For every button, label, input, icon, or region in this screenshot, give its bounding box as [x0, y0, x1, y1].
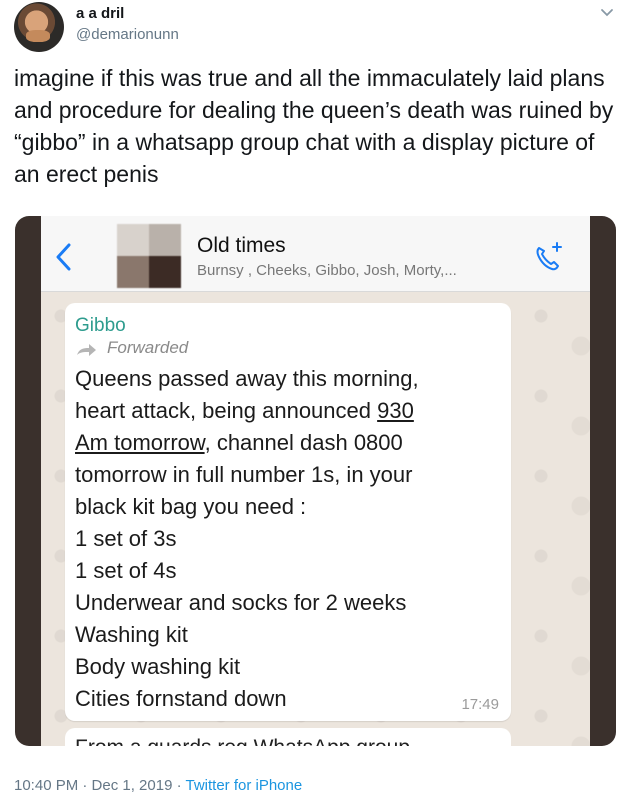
chevron-down-icon[interactable] [598, 4, 616, 22]
message-line: Cities fornstand down [75, 686, 287, 711]
message-line: 1 set of 3s [75, 526, 177, 551]
message-line: heart attack, being announced 930 [75, 395, 505, 427]
message-line: tomorrow in full number 1s, in your [75, 462, 413, 487]
message-line: Washing kit [75, 622, 188, 647]
group-avatar [117, 224, 181, 288]
message-time: 17:49 [461, 696, 499, 713]
message-line: Underwear and socks for 2 weeks [75, 590, 407, 615]
tweet-source-link[interactable]: Twitter for iPhone [185, 777, 302, 794]
message-line: Am tomorrow, channel dash 0800 [75, 427, 505, 459]
forwarded-label: Forwarded [107, 338, 189, 357]
next-message-bubble: From a guards reg WhatsApp group [65, 728, 511, 746]
message-link: Am tomorrow [75, 430, 205, 455]
message-line: black kit bag you need : [75, 494, 307, 519]
back-arrow-icon [56, 243, 71, 271]
group-title: Old times [197, 234, 286, 257]
tweet-text: imagine if this was true and all the imm… [14, 65, 614, 187]
forward-arrow-icon [77, 344, 96, 356]
group-members: Burnsy , Cheeks, Gibbo, Josh, Morty,... [197, 262, 457, 279]
message-text: heart attack, being announced [75, 398, 378, 423]
message-bubble: Gibbo Forwarded Queens passed away this … [65, 303, 511, 721]
display-name[interactable]: a a dril [76, 5, 124, 22]
message-link: 930 [377, 398, 414, 423]
user-handle[interactable]: @demarionunn [76, 26, 179, 43]
chat-header: Old times Burnsy , Cheeks, Gibbo, Josh, … [41, 216, 590, 292]
message-body: Queens passed away this morning, heart a… [75, 363, 505, 715]
tweet-meta: 10:40 PM · Dec 1, 2019 · Twitter for iPh… [14, 777, 302, 794]
tweet-media-image[interactable]: Old times Burnsy , Cheeks, Gibbo, Josh, … [15, 216, 616, 746]
whatsapp-screenshot: Old times Burnsy , Cheeks, Gibbo, Josh, … [41, 216, 590, 746]
tweet-timestamp[interactable]: 10:40 PM · Dec 1, 2019 · [14, 777, 185, 794]
message-text: , channel dash 0800 [204, 430, 403, 455]
add-call-icon [536, 242, 562, 271]
next-message-text: From a guards reg WhatsApp group [75, 736, 410, 746]
message-line: 1 set of 4s [75, 558, 177, 583]
message-sender: Gibbo [75, 315, 126, 336]
message-line: Body washing kit [75, 654, 241, 679]
message-line: Queens passed away this morning, [75, 366, 419, 391]
user-avatar[interactable] [14, 2, 64, 52]
